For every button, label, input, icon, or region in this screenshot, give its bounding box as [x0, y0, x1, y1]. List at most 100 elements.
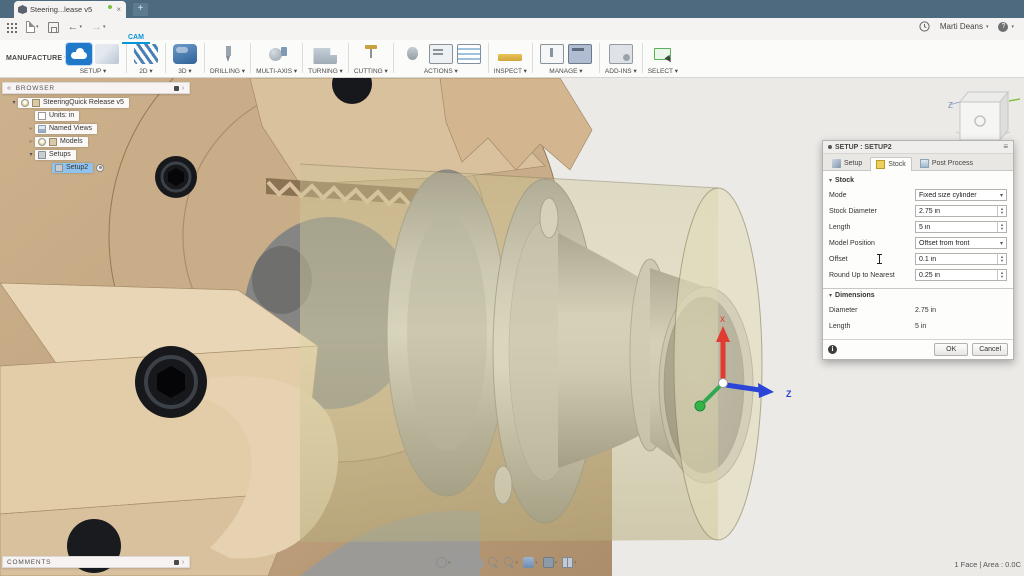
chevron-down-icon: ▾	[448, 560, 451, 566]
comments-expand-icon[interactable]: ›	[182, 559, 185, 566]
stock-cylinder[interactable]	[300, 164, 762, 542]
ribbon-group-label[interactable]: DRILLING ▾	[210, 67, 245, 75]
panel-dock-icon[interactable]	[174, 86, 179, 91]
tree-item-chip[interactable]: Setup2	[52, 163, 93, 173]
ribbon-group-label[interactable]: CUTTING ▾	[354, 67, 388, 75]
setup-dialog-titlebar[interactable]: SETUP : SETUP2 ≡	[823, 141, 1013, 154]
tree-item-setups[interactable]: ▾Setups	[2, 148, 190, 161]
stock-section-header[interactable]: ▾Stock	[829, 177, 1007, 184]
ribbon-group-label[interactable]: MULTI-AXIS ▾	[256, 67, 297, 75]
ribbon-group-label[interactable]: ACTIONS ▾	[424, 67, 458, 75]
cutting-icon[interactable]	[359, 44, 383, 64]
redo-icon[interactable]: →	[91, 22, 102, 33]
ribbon-group-label[interactable]: 2D ▾	[139, 67, 152, 75]
undo-icon[interactable]: ←	[68, 22, 79, 33]
tree-item-named[interactable]: ▸Named Views	[2, 122, 190, 135]
document-tab[interactable]: Steering...lease v5 ×	[14, 1, 126, 18]
file-icon[interactable]	[26, 21, 35, 33]
measure-icon[interactable]	[498, 54, 522, 61]
ribbon-group-label[interactable]: TURNING ▾	[308, 67, 343, 75]
drilling-icon[interactable]	[216, 44, 240, 64]
tree-expander-icon[interactable]: ▾	[10, 99, 18, 106]
addins-icon[interactable]	[609, 44, 633, 64]
dropdown-mode[interactable]: Fixed size cylinder▾	[915, 189, 1007, 201]
input-length[interactable]: 5 in▲▼	[915, 221, 1007, 233]
tool-library-icon[interactable]	[540, 44, 564, 64]
new-tab-button[interactable]: +	[133, 3, 148, 16]
new-folder-icon[interactable]	[95, 44, 119, 64]
ribbon-group-label[interactable]: 3D ▾	[178, 67, 191, 75]
text-cursor	[876, 254, 883, 264]
ribbon-group-label[interactable]: SELECT ▾	[648, 67, 678, 75]
input-offset[interactable]: 0.1 in▲▼	[915, 253, 1007, 265]
triad-x-label: x	[720, 314, 725, 325]
spinner-arrows-icon[interactable]: ▲▼	[997, 254, 1006, 264]
ok-button[interactable]: OK	[934, 343, 968, 356]
task-manager-icon[interactable]	[568, 44, 592, 64]
dropdown-model-position[interactable]: Offset from front▾	[915, 237, 1007, 249]
turning-icon[interactable]	[313, 44, 337, 64]
milling-3d-icon[interactable]	[173, 44, 197, 64]
look-at-tool[interactable]	[456, 557, 467, 568]
milling-2d-icon[interactable]	[134, 44, 158, 64]
notifications-clock-icon[interactable]	[919, 21, 930, 32]
save-icon[interactable]	[48, 22, 59, 33]
spinner-arrows-icon[interactable]: ▲▼	[997, 270, 1006, 280]
ribbon-group-label[interactable]: SETUP ▾	[80, 67, 107, 75]
input-stock-diameter[interactable]: 2.75 in▲▼	[915, 205, 1007, 217]
tree-expander-icon[interactable]: ▾	[27, 151, 35, 158]
tree-expander-icon[interactable]: ▸	[27, 138, 35, 145]
tree-expander-icon[interactable]: ▸	[27, 125, 35, 132]
pan-tool[interactable]	[472, 557, 483, 568]
dimensions-section-header[interactable]: ▾Dimensions	[829, 292, 1007, 299]
zoom-icon	[488, 557, 499, 568]
cancel-button[interactable]: Cancel	[972, 343, 1008, 356]
new-setup-icon[interactable]	[67, 44, 91, 64]
tree-item-chip[interactable]: Named Views	[35, 124, 97, 134]
setup-sheet-icon[interactable]	[457, 44, 481, 64]
gridlay-tool[interactable]: ▾	[543, 557, 558, 568]
simulate-icon[interactable]	[401, 44, 425, 64]
app-grid-icon[interactable]	[6, 22, 17, 33]
orbit-tool[interactable]: ▾	[436, 557, 451, 568]
fit-tool[interactable]: ▾	[504, 557, 519, 568]
comments-dock-icon[interactable]	[174, 560, 179, 565]
tree-item-chip[interactable]: Models	[35, 137, 88, 147]
spinner-arrows-icon[interactable]: ▲▼	[997, 222, 1006, 232]
close-tab-icon[interactable]: ×	[115, 5, 122, 14]
input-round-up-to-nearest[interactable]: 0.25 in▲▼	[915, 269, 1007, 281]
ribbon-group-label[interactable]: MANAGE ▾	[549, 67, 582, 75]
tree-item-chip[interactable]: Setups	[35, 150, 76, 160]
spinner-arrows-icon[interactable]: ▲▼	[997, 206, 1006, 216]
info-icon[interactable]: i	[828, 345, 837, 354]
gear-icon[interactable]	[96, 164, 104, 172]
help-menu[interactable]: ?▾	[998, 22, 1014, 32]
fusion360-app: { "window": { "tab_title": "Steering...l…	[0, 0, 1024, 576]
panel-expand-icon[interactable]: ›	[182, 85, 185, 92]
viewports-tool[interactable]: ▾	[562, 557, 577, 568]
tree-item-models[interactable]: ▸Models	[2, 135, 190, 148]
tree-item-units[interactable]: Units: in	[2, 109, 190, 122]
dialog-menu-icon[interactable]: ≡	[1003, 143, 1008, 151]
browser-panel-header[interactable]: « BROWSER ›	[2, 82, 190, 94]
tree-item-label: Units: in	[49, 112, 74, 119]
tree-item-chip[interactable]: SteeringQuick Release v5	[18, 98, 129, 108]
tree-item-setup2[interactable]: Setup2	[2, 161, 190, 174]
tab-post-process[interactable]: Post Process	[914, 156, 979, 170]
select-icon[interactable]	[651, 44, 675, 64]
tab-setup[interactable]: Setup	[826, 156, 868, 170]
comments-panel-title: COMMENTS	[7, 559, 51, 566]
comments-panel-header[interactable]: COMMENTS ›	[2, 556, 190, 568]
post-process-icon[interactable]	[429, 44, 453, 64]
multi-axis-icon[interactable]	[265, 44, 289, 64]
ribbon-group-label[interactable]: ADD-INS ▾	[605, 67, 637, 75]
tab-stock[interactable]: Stock	[870, 157, 912, 171]
ribbon-group-label[interactable]: INSPECT ▾	[494, 67, 527, 75]
tree-item-steeringquick[interactable]: ▾SteeringQuick Release v5	[2, 96, 190, 109]
user-menu[interactable]: Marti Deans▾	[940, 22, 989, 31]
display-tool[interactable]: ▾	[523, 557, 538, 568]
zoom-tool[interactable]	[488, 557, 499, 568]
field-value: Fixed size cylinder	[916, 192, 997, 199]
collapse-panel-icon[interactable]: «	[7, 85, 12, 92]
tree-item-chip[interactable]: Units: in	[35, 111, 79, 121]
